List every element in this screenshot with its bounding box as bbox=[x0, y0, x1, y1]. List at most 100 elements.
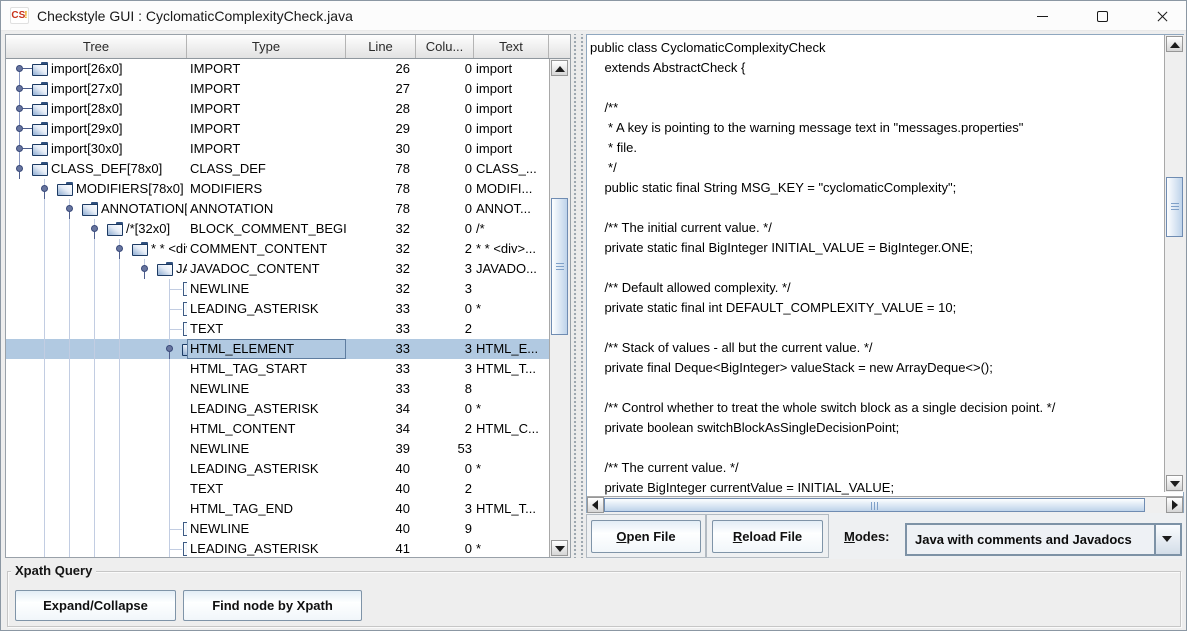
table-row[interactable]: HTML_CONTENT342HTML_C... bbox=[6, 419, 549, 439]
text-cell: * bbox=[474, 459, 548, 479]
ast-table-body[interactable]: import[26x0]IMPORT260importimport[27x0]I… bbox=[6, 59, 549, 557]
code-horizontal-scrollbar[interactable] bbox=[587, 496, 1183, 513]
type-cell: BLOCK_COMMENT_BEGIN bbox=[187, 219, 346, 239]
scroll-up-button[interactable] bbox=[551, 60, 568, 76]
split-divider[interactable] bbox=[571, 34, 586, 558]
scrollbar-thumb[interactable] bbox=[1166, 177, 1183, 237]
code-line: private BigInteger currentValue = INITIA… bbox=[590, 478, 1164, 497]
table-row[interactable]: ANNOTATION[78x0]ANNOTATION780ANNOT... bbox=[6, 199, 549, 219]
column-header-column[interactable]: Colu... bbox=[416, 35, 474, 58]
scroll-left-button[interactable] bbox=[587, 497, 604, 513]
table-row[interactable]: LEADING_ASTERISK400* bbox=[6, 459, 549, 479]
text-cell: MODIFI... bbox=[474, 179, 548, 199]
column-header-line[interactable]: Line bbox=[346, 35, 416, 58]
table-row[interactable]: NEWLINE338 bbox=[6, 379, 549, 399]
scroll-down-button[interactable] bbox=[1166, 475, 1183, 491]
tree-guide-line bbox=[44, 519, 45, 539]
tree-node-label: MODIFIERS[78x0] bbox=[76, 179, 184, 199]
table-row[interactable]: JAVADOC_CONTENTJAVADOC_CONTENT323JAVADO.… bbox=[6, 259, 549, 279]
text-cell: * bbox=[474, 399, 548, 419]
code-line: * A key is pointing to the warning messa… bbox=[590, 118, 1164, 138]
table-row[interactable]: import[28x0]IMPORT280import bbox=[6, 99, 549, 119]
minimize-button[interactable] bbox=[1019, 1, 1065, 31]
code-vertical-scrollbar[interactable] bbox=[1164, 35, 1184, 492]
table-row[interactable]: import[29x0]IMPORT290import bbox=[6, 119, 549, 139]
tree-expanded-handle-icon[interactable] bbox=[41, 185, 48, 192]
tree-guide-line bbox=[94, 359, 95, 379]
line-cell: 27 bbox=[346, 79, 410, 99]
tree-collapsed-handle-icon[interactable] bbox=[16, 65, 23, 72]
table-row[interactable]: TEXT402 bbox=[6, 479, 549, 499]
tree-guide-line bbox=[119, 359, 120, 379]
text-cell: * bbox=[474, 539, 548, 557]
tree-collapsed-handle-icon[interactable] bbox=[16, 145, 23, 152]
tree-collapsed-handle-icon[interactable] bbox=[16, 125, 23, 132]
tree-collapsed-handle-icon[interactable] bbox=[16, 105, 23, 112]
type-cell: IMPORT bbox=[187, 99, 346, 119]
text-cell: import bbox=[474, 139, 548, 159]
reload-file-button[interactable]: Reload File bbox=[712, 520, 823, 553]
folder-icon bbox=[107, 222, 123, 235]
column-cell: 0 bbox=[412, 299, 472, 319]
maximize-button[interactable] bbox=[1079, 1, 1125, 31]
scrollbar-thumb[interactable] bbox=[551, 198, 568, 335]
tree-expanded-handle-icon[interactable] bbox=[141, 265, 148, 272]
tree-cell: import[27x0] bbox=[6, 79, 187, 99]
scrollbar-thumb[interactable] bbox=[604, 498, 1145, 512]
folder-icon bbox=[82, 202, 98, 215]
table-row[interactable]: HTML_ELEMENT333HTML_E... bbox=[6, 339, 549, 359]
table-row[interactable]: LEADING_ASTERISK340* bbox=[6, 399, 549, 419]
modes-dropdown[interactable]: Java with comments and Javadocs bbox=[905, 523, 1182, 556]
table-row[interactable]: LEADING_ASTERISK330* bbox=[6, 299, 549, 319]
table-row[interactable]: import[26x0]IMPORT260import bbox=[6, 59, 549, 79]
tree-node-label: * * <div>... bbox=[151, 239, 187, 259]
expand-collapse-button[interactable]: Expand/Collapse bbox=[15, 590, 176, 621]
column-header-text[interactable]: Text bbox=[474, 35, 549, 58]
code-line: extends AbstractCheck { bbox=[590, 58, 1164, 78]
line-cell: 34 bbox=[346, 399, 410, 419]
table-row[interactable]: TEXT332 bbox=[6, 319, 549, 339]
handle-stem bbox=[69, 212, 70, 219]
table-row[interactable]: NEWLINE409 bbox=[6, 519, 549, 539]
tree-expanded-handle-icon[interactable] bbox=[116, 245, 123, 252]
ast-table-vertical-scrollbar[interactable] bbox=[549, 59, 570, 557]
tree-expanded-handle-icon[interactable] bbox=[91, 225, 98, 232]
find-node-by-xpath-button[interactable]: Find node by Xpath bbox=[183, 590, 362, 621]
table-row[interactable]: import[27x0]IMPORT270import bbox=[6, 79, 549, 99]
table-row[interactable]: HTML_TAG_START333HTML_T... bbox=[6, 359, 549, 379]
tree-expanded-handle-icon[interactable] bbox=[166, 345, 173, 352]
tree-collapsed-handle-icon[interactable] bbox=[16, 85, 23, 92]
code-text[interactable]: public class CyclomaticComplexityCheck e… bbox=[587, 35, 1164, 497]
table-row[interactable]: /*[32x0]BLOCK_COMMENT_BEGIN320/* bbox=[6, 219, 549, 239]
tree-expanded-handle-icon[interactable] bbox=[66, 205, 73, 212]
table-row[interactable]: * * <div>...COMMENT_CONTENT322* * <div>.… bbox=[6, 239, 549, 259]
text-cell: HTML_E... bbox=[474, 339, 548, 359]
scroll-up-button[interactable] bbox=[1166, 36, 1183, 52]
column-header-type[interactable]: Type bbox=[187, 35, 346, 58]
table-row[interactable]: CLASS_DEF[78x0]CLASS_DEF780CLASS_... bbox=[6, 159, 549, 179]
type-cell: LEADING_ASTERISK bbox=[187, 539, 346, 557]
chevron-down-icon[interactable] bbox=[1154, 525, 1180, 554]
type-cell: IMPORT bbox=[187, 139, 346, 159]
table-row[interactable]: NEWLINE323 bbox=[6, 279, 549, 299]
table-row[interactable]: import[30x0]IMPORT300import bbox=[6, 139, 549, 159]
modes-label: Modes: bbox=[844, 513, 890, 559]
tree-node-label: JAVADOC_CONTENT bbox=[176, 259, 187, 279]
modes-dropdown-value: Java with comments and Javadocs bbox=[915, 532, 1132, 547]
column-header-tree[interactable]: Tree bbox=[6, 35, 187, 58]
text-cell: HTML_T... bbox=[474, 499, 548, 519]
table-row[interactable]: MODIFIERS[78x0]MODIFIERS780MODIFI... bbox=[6, 179, 549, 199]
open-file-button[interactable]: Open File bbox=[591, 520, 701, 553]
scroll-down-button[interactable] bbox=[551, 540, 568, 556]
close-button[interactable] bbox=[1139, 1, 1185, 31]
table-row[interactable]: NEWLINE3953 bbox=[6, 439, 549, 459]
table-row[interactable]: HTML_TAG_END403HTML_T... bbox=[6, 499, 549, 519]
scroll-right-button[interactable] bbox=[1166, 497, 1183, 513]
checkstyle-app-icon: CS! bbox=[10, 7, 29, 24]
tree-expanded-handle-icon[interactable] bbox=[16, 165, 23, 172]
tree-guide-line bbox=[44, 539, 45, 557]
tree-cell: import[30x0] bbox=[6, 139, 187, 159]
tree-connector-line bbox=[170, 529, 182, 530]
line-cell: 30 bbox=[346, 139, 410, 159]
table-row[interactable]: LEADING_ASTERISK410* bbox=[6, 539, 549, 557]
